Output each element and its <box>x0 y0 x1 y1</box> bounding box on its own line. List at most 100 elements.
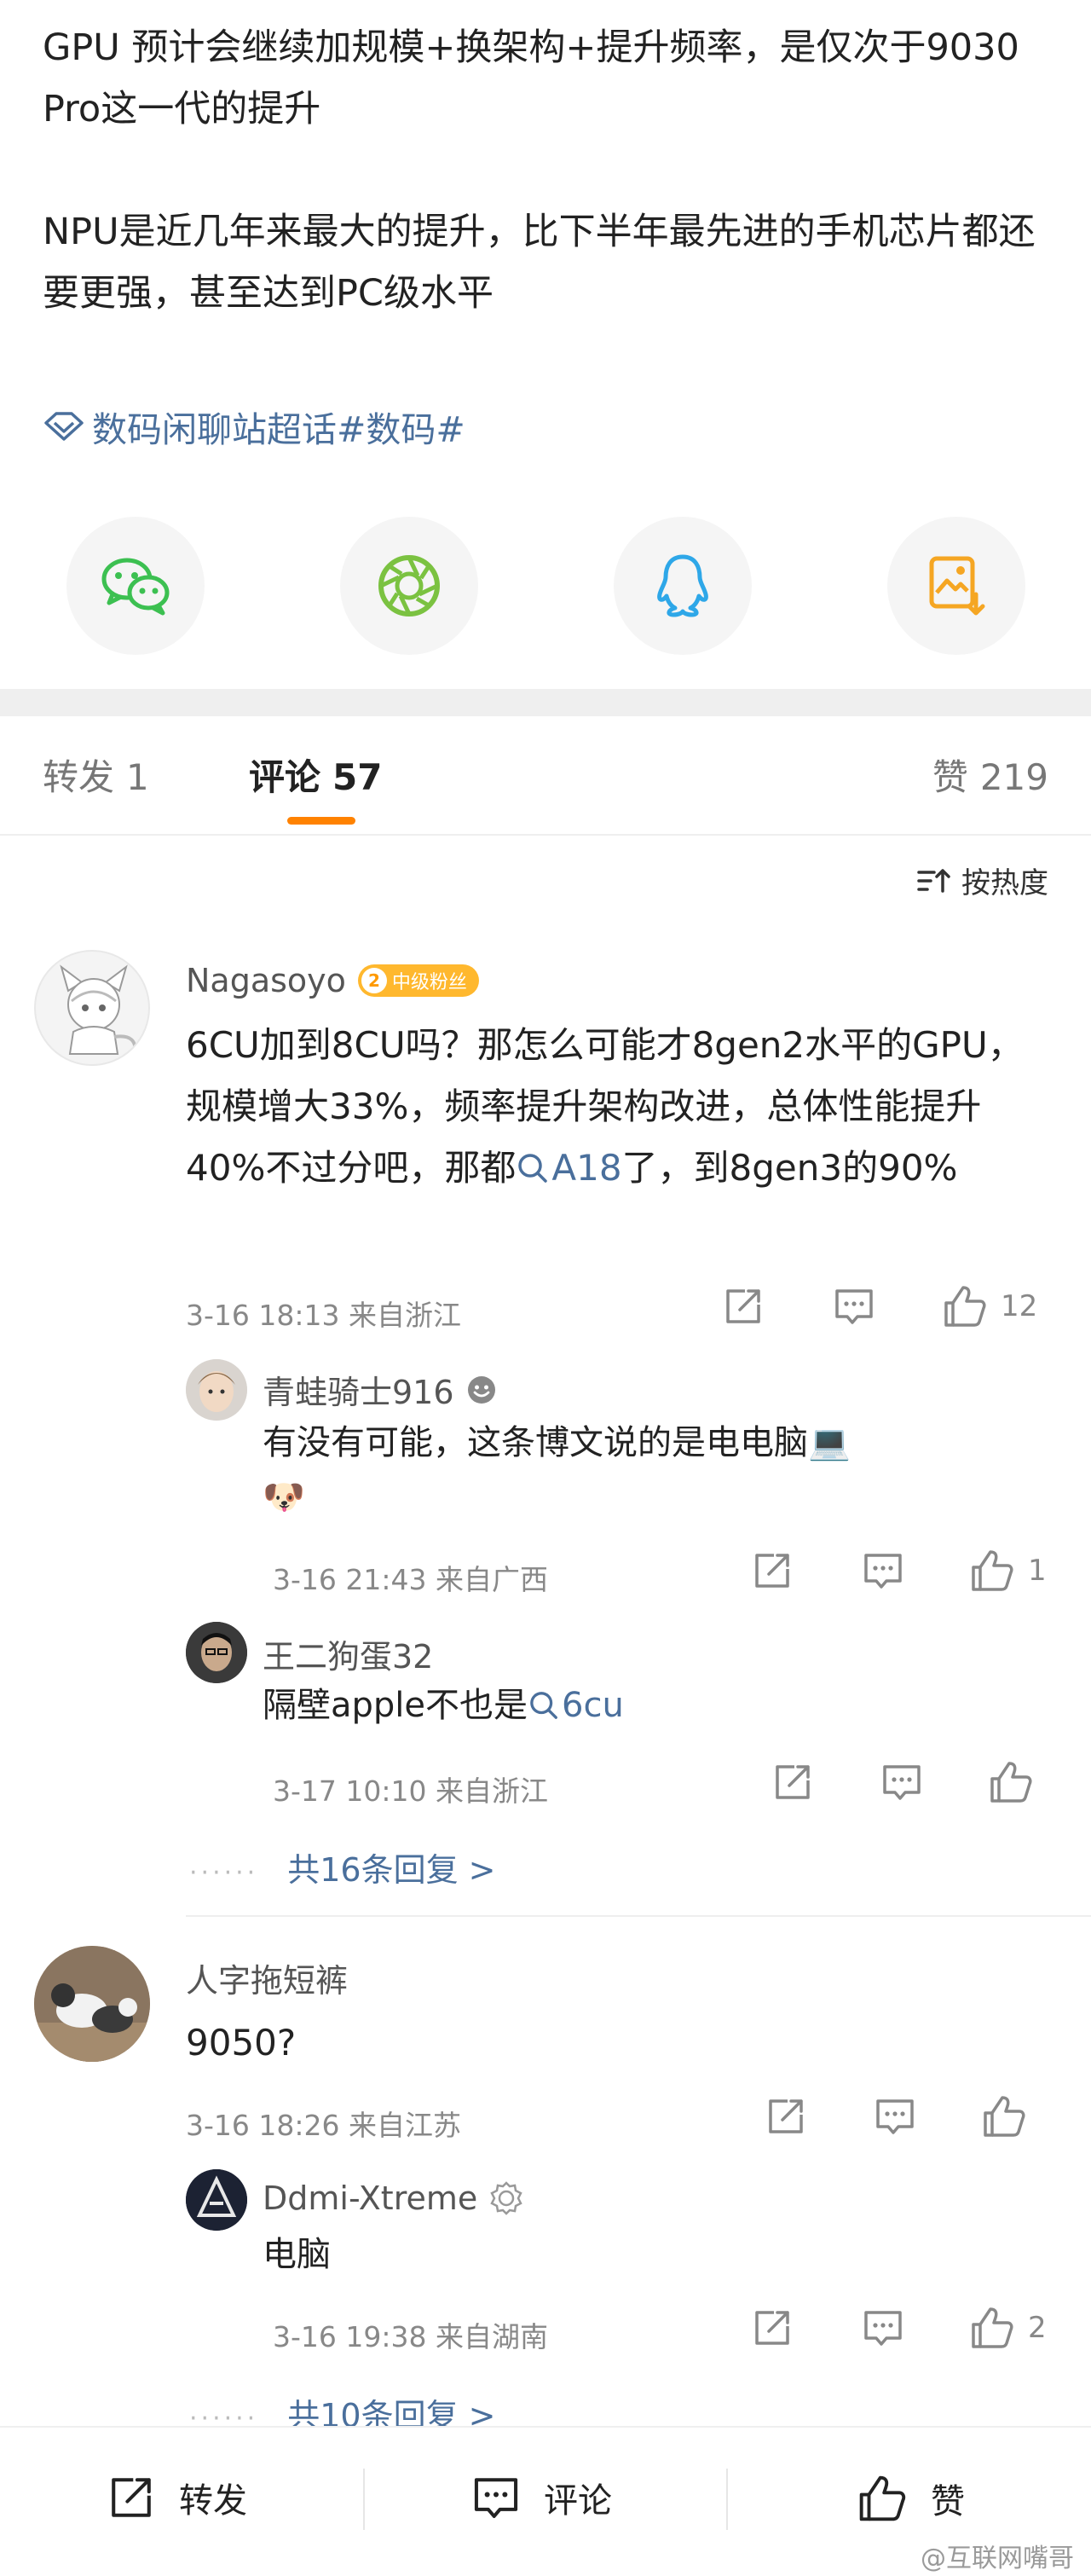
tab-reposts-count: 1 <box>126 756 149 798</box>
comment-text-tail: 了，到8gen3的90% <box>621 1147 958 1189</box>
avatar[interactable] <box>34 1946 150 2062</box>
search-link[interactable]: A18 <box>516 1147 622 1189</box>
tab-reposts[interactable]: 转发 1 <box>43 749 149 801</box>
comment-icon <box>876 2099 914 2134</box>
tab-comments-count: 57 <box>332 756 383 798</box>
share-out-icon <box>112 2478 151 2517</box>
reply-meta: 3-16 21:43 来自广西 <box>273 1563 548 1596</box>
comment-meta: 3-16 18:13 来自浙江 <box>186 1299 461 1332</box>
search-link[interactable]: 6cu <box>528 1686 624 1725</box>
bottom-separator <box>726 2469 728 2530</box>
reply-username[interactable]: 王二狗蛋32 <box>263 1630 433 1677</box>
tab-likes-label: 赞 <box>932 756 968 798</box>
reply-meta: 3-16 19:38 来自湖南 <box>273 2320 548 2353</box>
thumbs-up-icon <box>990 1762 1032 1803</box>
more-replies-label: 共16条回复 > <box>287 1851 496 1889</box>
avatar-anime-fox-icon <box>60 964 137 1055</box>
bottom-like-button[interactable]: 赞 <box>856 2472 965 2525</box>
doge-emoji: 🐶 <box>263 1478 305 1517</box>
like-reply-button[interactable]: 2 <box>968 2304 1047 2352</box>
reply-to-reply-button[interactable] <box>861 2306 905 2350</box>
share-out-icon <box>769 2099 803 2133</box>
repost-comment-button[interactable] <box>721 1284 765 1329</box>
reply-to-reply-button[interactable] <box>861 1548 905 1593</box>
share-save-image-button[interactable] <box>887 517 1025 655</box>
save-image-icon <box>929 556 985 616</box>
comment-divider <box>186 1915 1091 1917</box>
supertopic-link[interactable]: 数码闲聊站超话#数码# <box>43 401 465 452</box>
comment-icon <box>883 1765 921 1800</box>
reply-comment-button[interactable] <box>832 1284 876 1329</box>
avatar-child-photo-icon <box>186 1359 247 1421</box>
tab-likes[interactable]: 赞 219 <box>932 749 1048 801</box>
reply-username-row: 青蛙骑士916 <box>263 1366 497 1413</box>
repost-comment-button[interactable] <box>764 2094 808 2139</box>
bottom-separator <box>363 2469 365 2530</box>
search-link-label: 6cu <box>562 1686 624 1725</box>
like-reply-button[interactable]: 1 <box>968 1547 1047 1595</box>
repost-reply-button[interactable] <box>750 1548 794 1593</box>
like-comment-button[interactable]: 12 <box>941 1282 1037 1330</box>
post-paragraph: NPU是近几年来最大的提升，比下半年最先进的手机芯片都还要更强，甚至达到PC级水… <box>43 211 1036 315</box>
tab-reposts-label: 转发 <box>43 756 115 798</box>
reply-to-reply-button[interactable] <box>880 1760 924 1804</box>
post-paragraph: GPU 预计会继续加规模+换架构+提升频率，是仅次于9030 Pro这一代的提升 <box>43 26 1019 130</box>
share-qq-button[interactable] <box>614 517 752 655</box>
reply-text-main: 隔壁apple不也是 <box>263 1686 528 1725</box>
view-more-replies-link[interactable]: ······ 共16条回复 > <box>189 1844 496 1890</box>
comment-icon <box>835 1289 873 1324</box>
post-card: GPU 预计会继续加规模+换架构+提升频率，是仅次于9030 Pro这一代的提升… <box>0 0 1091 689</box>
fan-level-label: 中级粉丝 <box>391 972 467 993</box>
tab-comments[interactable]: 评论 57 <box>249 749 382 801</box>
wechat-icon <box>101 558 170 616</box>
supertopic-label: 数码闲聊站超话#数码# <box>92 409 465 450</box>
comment-text-main: 9050? <box>186 2022 297 2064</box>
comment-icon <box>474 2478 518 2518</box>
search-icon <box>518 1154 548 1183</box>
share-row <box>66 517 1025 655</box>
reply-username-row: Ddmi-Xtreme <box>263 2179 523 2217</box>
share-out-icon <box>755 1554 789 1588</box>
bottom-comment-button[interactable]: 评论 <box>470 2472 612 2523</box>
thumbs-up-icon <box>972 2307 1013 2348</box>
share-moments-button[interactable] <box>340 517 478 655</box>
bottom-repost-button[interactable]: 转发 <box>106 2472 247 2523</box>
avatar[interactable] <box>186 1622 247 1683</box>
avatar-cats-photo-icon <box>34 1946 150 2062</box>
comment-icon <box>864 2311 902 2346</box>
sort-by-hot-button[interactable]: 按热度 <box>917 860 1048 901</box>
repost-reply-button[interactable] <box>771 1760 815 1804</box>
avatar[interactable] <box>186 2169 247 2231</box>
avatar[interactable] <box>34 950 150 1066</box>
search-icon <box>530 1692 557 1719</box>
moments-icon <box>378 555 440 617</box>
bottom-like-label: 赞 <box>931 2482 965 2521</box>
reply-text: 电脑 <box>263 2227 1047 2282</box>
avatar[interactable] <box>186 1359 247 1421</box>
comment-username-row: Nagasoyo 2 中级粉丝 <box>186 962 479 999</box>
post-text: GPU 预计会继续加规模+换架构+提升频率，是仅次于9030 Pro这一代的提升… <box>43 17 1057 324</box>
like-count: 12 <box>1001 1289 1038 1323</box>
comment-text: 9050? <box>186 2012 1055 2074</box>
thumbs-up-icon <box>984 2096 1025 2137</box>
share-out-icon <box>726 1289 760 1323</box>
reply-username[interactable]: Ddmi-Xtreme <box>263 2179 477 2217</box>
repost-reply-button[interactable] <box>750 2306 794 2350</box>
like-reply-button[interactable] <box>987 1758 1035 1806</box>
fan-level-number: 2 <box>361 968 387 993</box>
bottom-repost-label: 转发 <box>179 2481 247 2521</box>
like-count: 2 <box>1028 2311 1047 2345</box>
share-wechat-button[interactable] <box>66 517 205 655</box>
reply-username[interactable]: 青蛙骑士916 <box>263 1366 454 1413</box>
dots-decoration: ······ <box>189 1858 259 1888</box>
verified-seal-icon <box>490 2181 522 2215</box>
like-comment-button[interactable] <box>980 2093 1028 2140</box>
reply-comment-button[interactable] <box>873 2094 917 2139</box>
comment-username-row: 人字拖短裤 <box>186 1954 348 2001</box>
tab-comments-label: 评论 <box>249 756 321 798</box>
like-count: 1 <box>1028 1554 1047 1588</box>
smiley-badge-icon <box>467 1375 495 1404</box>
username[interactable]: Nagasoyo <box>186 962 346 999</box>
username[interactable]: 人字拖短裤 <box>186 1954 348 2001</box>
interaction-tabs: 转发 1 评论 57 赞 219 <box>0 716 1091 836</box>
